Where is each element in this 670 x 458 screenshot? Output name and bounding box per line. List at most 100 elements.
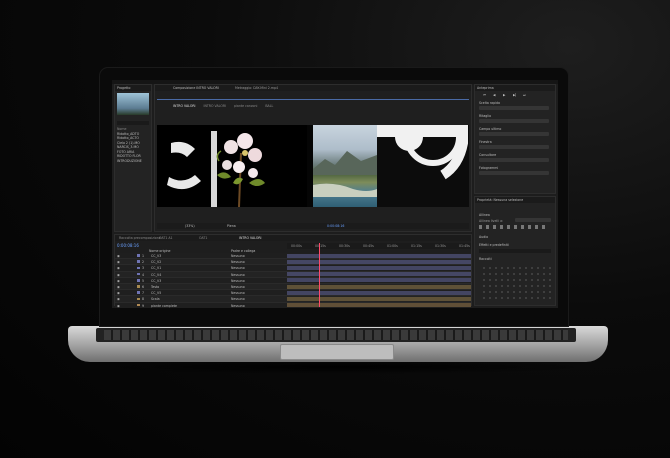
layer-track-bar[interactable] — [287, 272, 471, 277]
layer-parent[interactable]: Nessuno — [231, 260, 245, 264]
layer-visibility-icon[interactable]: ◉ — [117, 291, 120, 295]
layer-name[interactable]: Testo — [151, 285, 159, 289]
effects-search-input[interactable] — [479, 249, 551, 253]
table-row[interactable]: ◉ 9 piante complete Nessuno — [115, 302, 471, 308]
layer-visibility-icon[interactable]: ◉ — [117, 266, 120, 270]
playhead[interactable] — [319, 243, 320, 307]
timeline-tab[interactable]: OAT1 A1 — [159, 236, 173, 240]
layer-track-bar[interactable] — [287, 259, 471, 264]
effects-title: Effetti e predefiniti — [479, 243, 509, 247]
timeline-tab[interactable]: OAT1 — [199, 236, 207, 240]
timeline-tab[interactable]: Raccolta precomposizione — [119, 236, 161, 240]
composition-canvas[interactable] — [157, 125, 469, 208]
layer-parent[interactable]: Nessuno — [231, 297, 245, 301]
layer-track-bar[interactable] — [287, 284, 471, 289]
align-target-select[interactable] — [515, 218, 551, 222]
canvas-landscape-shot — [313, 125, 377, 207]
layer-name[interactable]: CC_V4 — [151, 273, 161, 277]
layer-name[interactable]: Scala — [151, 297, 160, 301]
layer-track-bar[interactable] — [287, 296, 471, 301]
properties-header: Proprietà: Nessuna selezione — [475, 197, 555, 203]
ruler-tick: 01:45s — [459, 244, 470, 248]
layer-name[interactable]: CC_V3 — [151, 279, 161, 283]
layer-visibility-icon[interactable]: ◉ — [117, 304, 120, 308]
preview-section-label: Campo ultimo — [479, 127, 502, 131]
layer-visibility-icon[interactable]: ◉ — [117, 285, 120, 289]
layer-track-bar[interactable] — [287, 253, 471, 258]
layer-parent[interactable]: Nessuno — [231, 279, 245, 283]
library-grid[interactable] — [481, 265, 551, 301]
layer-parent[interactable]: Nessuno — [231, 254, 245, 258]
layer-color-label[interactable] — [137, 278, 140, 282]
layer-number: 6 — [142, 284, 145, 289]
layer-name[interactable]: CC_V2 — [151, 260, 161, 264]
layer-track-bar[interactable] — [287, 303, 471, 308]
prev-frame-icon[interactable]: ◀ — [493, 93, 495, 97]
layer-visibility-icon[interactable]: ◉ — [117, 297, 120, 301]
preview-section: Fotogrammi — [477, 166, 555, 179]
layer-name[interactable]: CC_V1 — [151, 266, 161, 270]
layer-parent[interactable]: Nessuno — [231, 266, 245, 270]
layer-color-label[interactable] — [137, 285, 140, 288]
composition-tab[interactable]: INTRO VALORI — [204, 104, 227, 108]
layer-number: 9 — [142, 303, 145, 308]
layer-track-bar[interactable] — [287, 278, 471, 283]
timeline-tab[interactable]: INTRO VALORI — [239, 236, 262, 240]
composition-tab[interactable]: INTRO VALORI — [173, 104, 196, 108]
composition-tab[interactable]: piante canzoni — [234, 104, 257, 108]
preview-section-select[interactable] — [479, 106, 549, 110]
preview-title: Anteprima — [477, 86, 494, 90]
preview-section-label: Finestra — [479, 140, 492, 144]
layer-number: 4 — [142, 272, 145, 277]
resolution-select[interactable]: Piena — [227, 224, 236, 228]
preview-section-select[interactable] — [479, 171, 549, 175]
preview-section: Ritaglio — [477, 114, 555, 127]
layer-number: 7 — [142, 291, 145, 296]
ruler-tick: 00:15s — [315, 244, 326, 248]
project-item[interactable]: INTRODUZIONE — [117, 159, 151, 164]
preview-section-select[interactable] — [479, 158, 549, 162]
layer-visibility-icon[interactable]: ◉ — [117, 279, 120, 283]
layer-color-label[interactable] — [137, 291, 140, 294]
layer-track-bar[interactable] — [287, 265, 471, 270]
timeline-current-time[interactable]: 0:00:08:16 — [117, 243, 139, 248]
layer-track-bar[interactable] — [287, 290, 471, 295]
align-buttons[interactable] — [479, 225, 549, 229]
layer-color-label[interactable] — [137, 260, 140, 263]
layer-parent[interactable]: Nessuno — [231, 285, 245, 289]
layer-name[interactable]: CC_V5 — [151, 291, 161, 295]
layer-visibility-icon[interactable]: ◉ — [117, 260, 120, 264]
preview-section: Consultare — [477, 153, 555, 166]
circle-shapes — [377, 125, 468, 180]
layer-name[interactable]: piante complete — [151, 304, 177, 308]
composition-tab[interactable]: BALL — [265, 104, 273, 108]
layer-color-label[interactable] — [137, 254, 140, 257]
layer-color-label[interactable] — [137, 266, 140, 270]
layer-color-label[interactable] — [137, 297, 140, 301]
preview-section: Finestra — [477, 140, 555, 153]
project-list: Nome Ridotto_ADTO Ridotto_ACTO Cielo 2 (1).… — [117, 127, 151, 163]
search-input[interactable] — [117, 121, 149, 125]
layer-parent[interactable]: Nessuno — [231, 291, 245, 295]
preview-section-select[interactable] — [479, 145, 549, 149]
layer-parent[interactable]: Nessuno — [231, 273, 245, 277]
timeline-ruler[interactable]: 00:00s 00:15s 00:30s 00:45s 01:00s 01:15s 01:3… — [287, 243, 471, 249]
first-frame-icon[interactable]: ⏮ — [483, 93, 486, 97]
play-icon[interactable]: ▶ — [503, 93, 505, 97]
project-panel-title: Progetto — [117, 86, 131, 90]
zoom-select[interactable]: (33%) — [185, 224, 195, 228]
last-frame-icon[interactable]: ⏭ — [523, 93, 526, 97]
ruler-tick: 01:00s — [387, 244, 398, 248]
layer-parent[interactable]: Nessuno — [231, 304, 245, 308]
layer-color-label[interactable] — [137, 272, 140, 276]
ruler-tick: 00:30s — [339, 244, 350, 248]
preview-section-select[interactable] — [479, 132, 549, 136]
preview-section-select[interactable] — [479, 119, 549, 123]
preview-section-label: Consultare — [479, 153, 497, 157]
layer-visibility-icon[interactable]: ◉ — [117, 273, 120, 277]
next-frame-icon[interactable]: ▶▏ — [513, 93, 518, 97]
layer-visibility-icon[interactable]: ◉ — [117, 254, 120, 258]
layer-name[interactable]: CC_V3 — [151, 254, 161, 258]
layer-color-label[interactable] — [137, 303, 140, 307]
footer-time[interactable]: 0:00:08:16 — [327, 224, 344, 228]
